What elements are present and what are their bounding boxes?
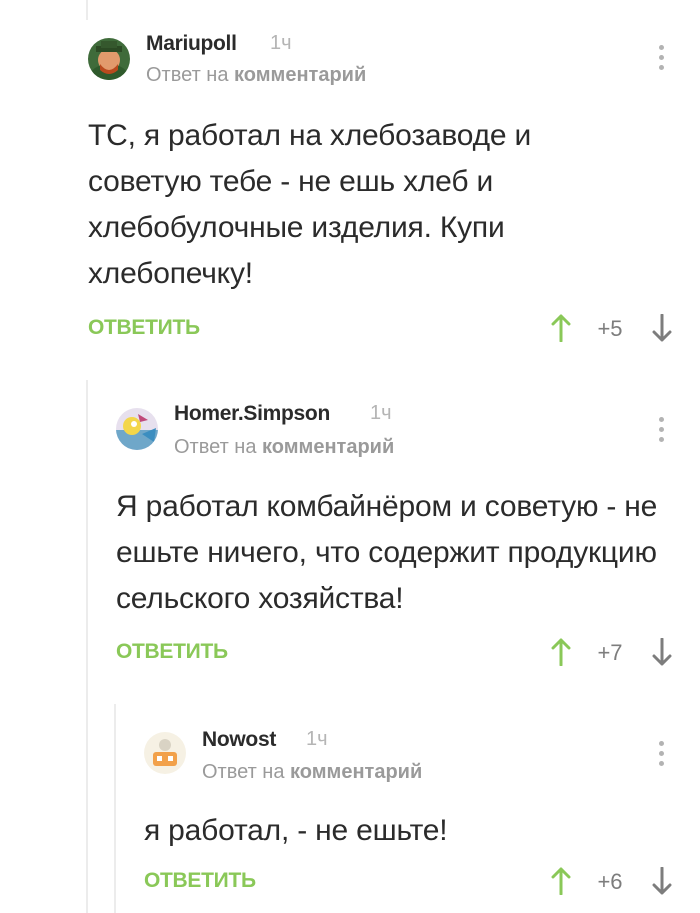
reply-to-prefix: Ответ на [202,761,285,783]
avatar[interactable] [144,732,186,774]
username[interactable]: Nowost [202,728,276,752]
username[interactable]: Mariupoll [146,32,237,56]
comment-text: я работал, - не ешьте! [144,814,448,847]
vote-down-arrow-icon[interactable] [651,638,673,666]
reply-to-info: Ответ на комментарий [174,436,394,459]
reply-to-info: Ответ на комментарий [202,761,422,784]
timestamp: 1ч [306,728,328,750]
reply-to-prefix: Ответ на [174,436,257,458]
thread-line-root [86,0,88,20]
reply-to-link[interactable]: комментарий [290,761,422,783]
reply-button[interactable]: ОТВЕТИТЬ [88,316,200,340]
reply-to-link[interactable]: комментарий [234,64,366,86]
more-vert-icon[interactable] [656,45,666,73]
more-vert-icon[interactable] [656,417,666,445]
vote-down-arrow-icon[interactable] [651,314,673,342]
avatar[interactable] [116,408,158,450]
vote-up-arrow-icon[interactable] [550,314,572,342]
vote-up-arrow-icon[interactable] [550,638,572,666]
reply-to-prefix: Ответ на [146,64,229,86]
avatar[interactable] [88,38,130,80]
vote-up-arrow-icon[interactable] [550,867,572,895]
user-avatar-icon [144,732,186,774]
timestamp: 1ч [370,402,392,424]
user-avatar-icon [116,408,158,450]
rating-value: +7 [597,640,623,665]
thread-line-level-1 [86,380,88,913]
reply-to-info: Ответ на комментарий [146,64,366,87]
reply-button[interactable]: ОТВЕТИТЬ [116,640,228,664]
more-vert-icon[interactable] [656,741,666,769]
rating-value: +6 [597,869,623,894]
thread-line-level-2 [114,704,116,913]
comments-thread: Mariupoll 1ч Ответ на комментарий ТС, я … [0,0,700,913]
reply-to-link[interactable]: комментарий [262,436,394,458]
rating-value: +5 [597,316,623,341]
timestamp: 1ч [270,32,292,54]
comment-text: Я работал комбайнёром и советую - не ешь… [116,490,658,615]
comment-text: ТС, я работал на хлебозаводе и советую т… [88,119,532,290]
username[interactable]: Homer.Simpson [174,402,330,426]
vote-down-arrow-icon[interactable] [651,867,673,895]
user-avatar-icon [88,38,130,80]
reply-button[interactable]: ОТВЕТИТЬ [144,869,256,893]
